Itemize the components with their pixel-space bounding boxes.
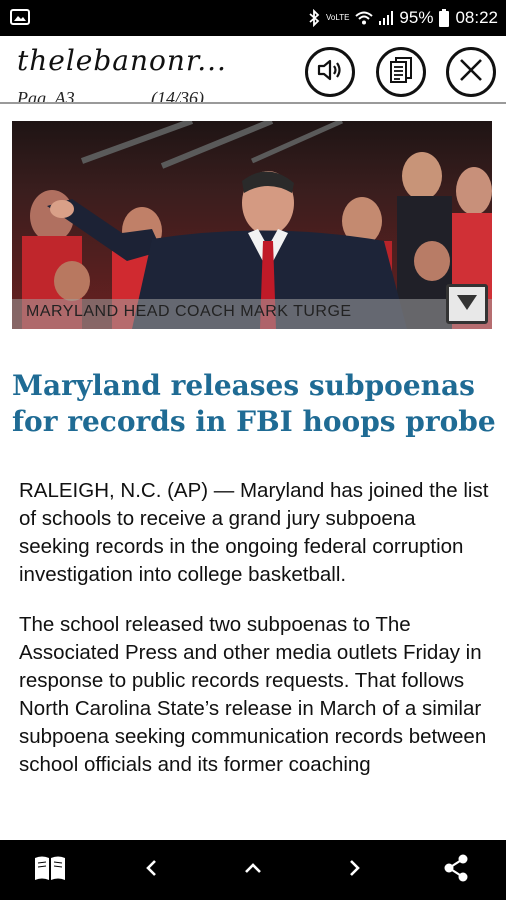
book-icon bbox=[33, 854, 67, 887]
signal-icon bbox=[379, 11, 394, 25]
read-aloud-button[interactable] bbox=[305, 47, 355, 97]
library-button[interactable] bbox=[20, 840, 80, 900]
speaker-icon bbox=[316, 57, 344, 88]
photo-caption: MARYLAND HEAD COACH MARK TURGE bbox=[26, 303, 352, 320]
reader-header: thelebanonr... Pag. A3 (14/36) bbox=[0, 36, 506, 104]
pages-button[interactable] bbox=[376, 47, 426, 97]
expand-caption-button[interactable] bbox=[446, 284, 488, 324]
next-page-button[interactable] bbox=[324, 840, 384, 900]
image-icon bbox=[10, 9, 30, 30]
article-photo[interactable]: MARYLAND HEAD COACH MARK TURGE bbox=[12, 121, 492, 329]
photo-caption-bar: MARYLAND HEAD COACH MARK TURGE bbox=[12, 299, 492, 329]
close-button[interactable] bbox=[446, 47, 496, 97]
publication-title: thelebanonr... bbox=[17, 44, 227, 77]
bluetooth-icon bbox=[308, 9, 320, 27]
chevron-right-icon bbox=[346, 858, 362, 883]
article-headline: Maryland releases subpoenas for records … bbox=[12, 369, 496, 438]
wifi-icon bbox=[355, 11, 374, 25]
share-icon bbox=[443, 854, 469, 887]
bottom-navigation bbox=[0, 840, 506, 900]
share-button[interactable] bbox=[426, 840, 486, 900]
page-label: Pag. A3 bbox=[17, 88, 75, 104]
article-body: RALEIGH, N.C. (AP) — Maryland has joined… bbox=[19, 477, 489, 801]
chevron-left-icon bbox=[144, 858, 160, 883]
previous-page-button[interactable] bbox=[122, 840, 182, 900]
status-bar: VoLTE 95% 08:22 bbox=[0, 0, 506, 36]
article-paragraph: RALEIGH, N.C. (AP) — Maryland has joined… bbox=[19, 479, 489, 586]
close-icon bbox=[458, 57, 484, 88]
battery-percent: 95% bbox=[399, 8, 434, 27]
volte-icon: VoLTE bbox=[326, 13, 350, 22]
page-count: (14/36) bbox=[151, 88, 204, 104]
battery-icon bbox=[439, 9, 450, 27]
status-indicators: VoLTE 95% 08:22 bbox=[308, 0, 498, 36]
chevron-up-icon bbox=[243, 860, 263, 881]
page-overview-button[interactable] bbox=[223, 840, 283, 900]
pages-icon bbox=[388, 56, 414, 89]
photo-scene bbox=[12, 121, 492, 329]
page-indicator: Pag. A3 (14/36) bbox=[17, 88, 204, 104]
article-paragraph: The school released two subpoenas to The… bbox=[19, 613, 487, 776]
triangle-down-icon bbox=[455, 292, 479, 317]
clock: 08:22 bbox=[455, 8, 498, 27]
